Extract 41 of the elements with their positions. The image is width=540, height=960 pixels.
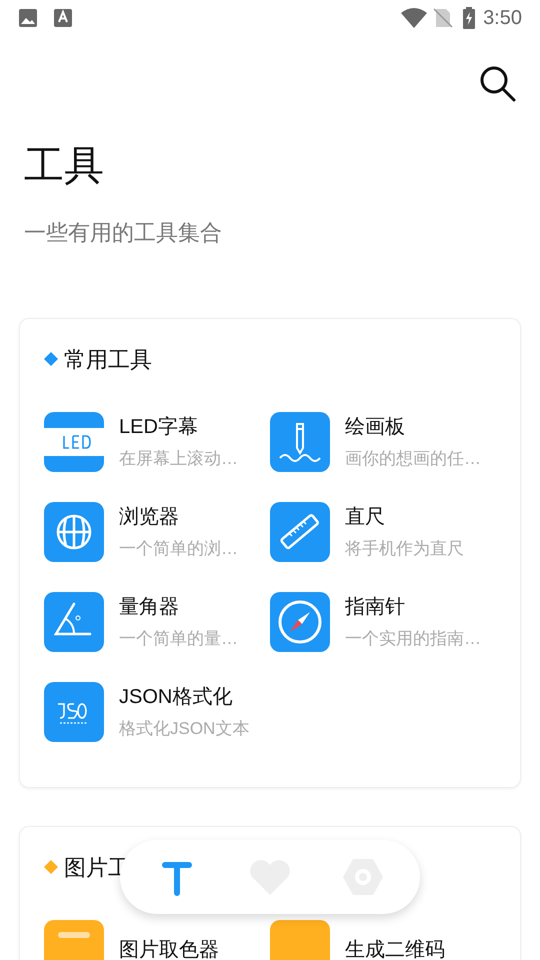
pencil-icon xyxy=(270,412,330,472)
section-title: 常用工具 xyxy=(64,346,152,374)
image-icon xyxy=(18,8,38,28)
tool-title: LED字幕 xyxy=(119,415,199,440)
tool-description: 画你的想画的任… xyxy=(345,448,481,470)
tool-description: 将手机作为直尺 xyxy=(345,538,464,560)
ruler-icon xyxy=(270,502,330,562)
tool-title: 绘画板 xyxy=(345,415,406,440)
tool-item[interactable]: JSON格式化 格式化JSON文本 xyxy=(44,682,270,742)
battery-charging-icon xyxy=(463,7,476,29)
tool-title: 浏览器 xyxy=(119,505,180,530)
tool-item[interactable]: 指南针 一个实用的指南… xyxy=(270,592,496,652)
tool-item[interactable]: 绘画板 画你的想画的任… xyxy=(270,412,496,472)
tool-title: 量角器 xyxy=(119,595,180,620)
tool-title: 图片取色器 xyxy=(119,938,219,960)
protractor-icon xyxy=(44,592,104,652)
page-subtitle: 一些有用的工具集合 xyxy=(23,219,223,247)
tool-item[interactable]: 生成二维码 xyxy=(270,920,496,960)
tool-item[interactable]: 量角器 一个简单的量… xyxy=(44,592,270,652)
tool-title: 生成二维码 xyxy=(345,938,445,960)
tool-item[interactable]: 直尺 将手机作为直尺 xyxy=(270,502,496,562)
tool-item[interactable]: 浏览器 一个简单的浏… xyxy=(44,502,270,562)
font-icon xyxy=(54,8,72,28)
tool-title: 指南针 xyxy=(345,595,406,620)
globe-icon xyxy=(44,502,104,562)
page-title: 工具 xyxy=(23,143,105,190)
tool-item[interactable]: LED字幕 在屏幕上滚动… xyxy=(44,412,270,472)
tool-description: 一个实用的指南… xyxy=(345,628,481,650)
no-sim-icon xyxy=(433,8,454,28)
clock-time: 3:50 xyxy=(483,6,522,31)
compass-icon xyxy=(270,592,330,652)
tool-title: 直尺 xyxy=(345,505,386,530)
search-button[interactable] xyxy=(478,64,518,104)
wifi-icon xyxy=(401,8,428,28)
tool-description: 一个简单的浏… xyxy=(119,538,238,560)
tool-description: 格式化JSON文本 xyxy=(119,718,250,740)
tool-description: 一个简单的量… xyxy=(119,628,238,650)
json-icon xyxy=(44,682,104,742)
tool-item[interactable]: 图片取色器 xyxy=(44,920,270,960)
tool-title: JSON格式化 xyxy=(119,685,234,710)
tool-description: 在屏幕上滚动… xyxy=(119,448,238,470)
